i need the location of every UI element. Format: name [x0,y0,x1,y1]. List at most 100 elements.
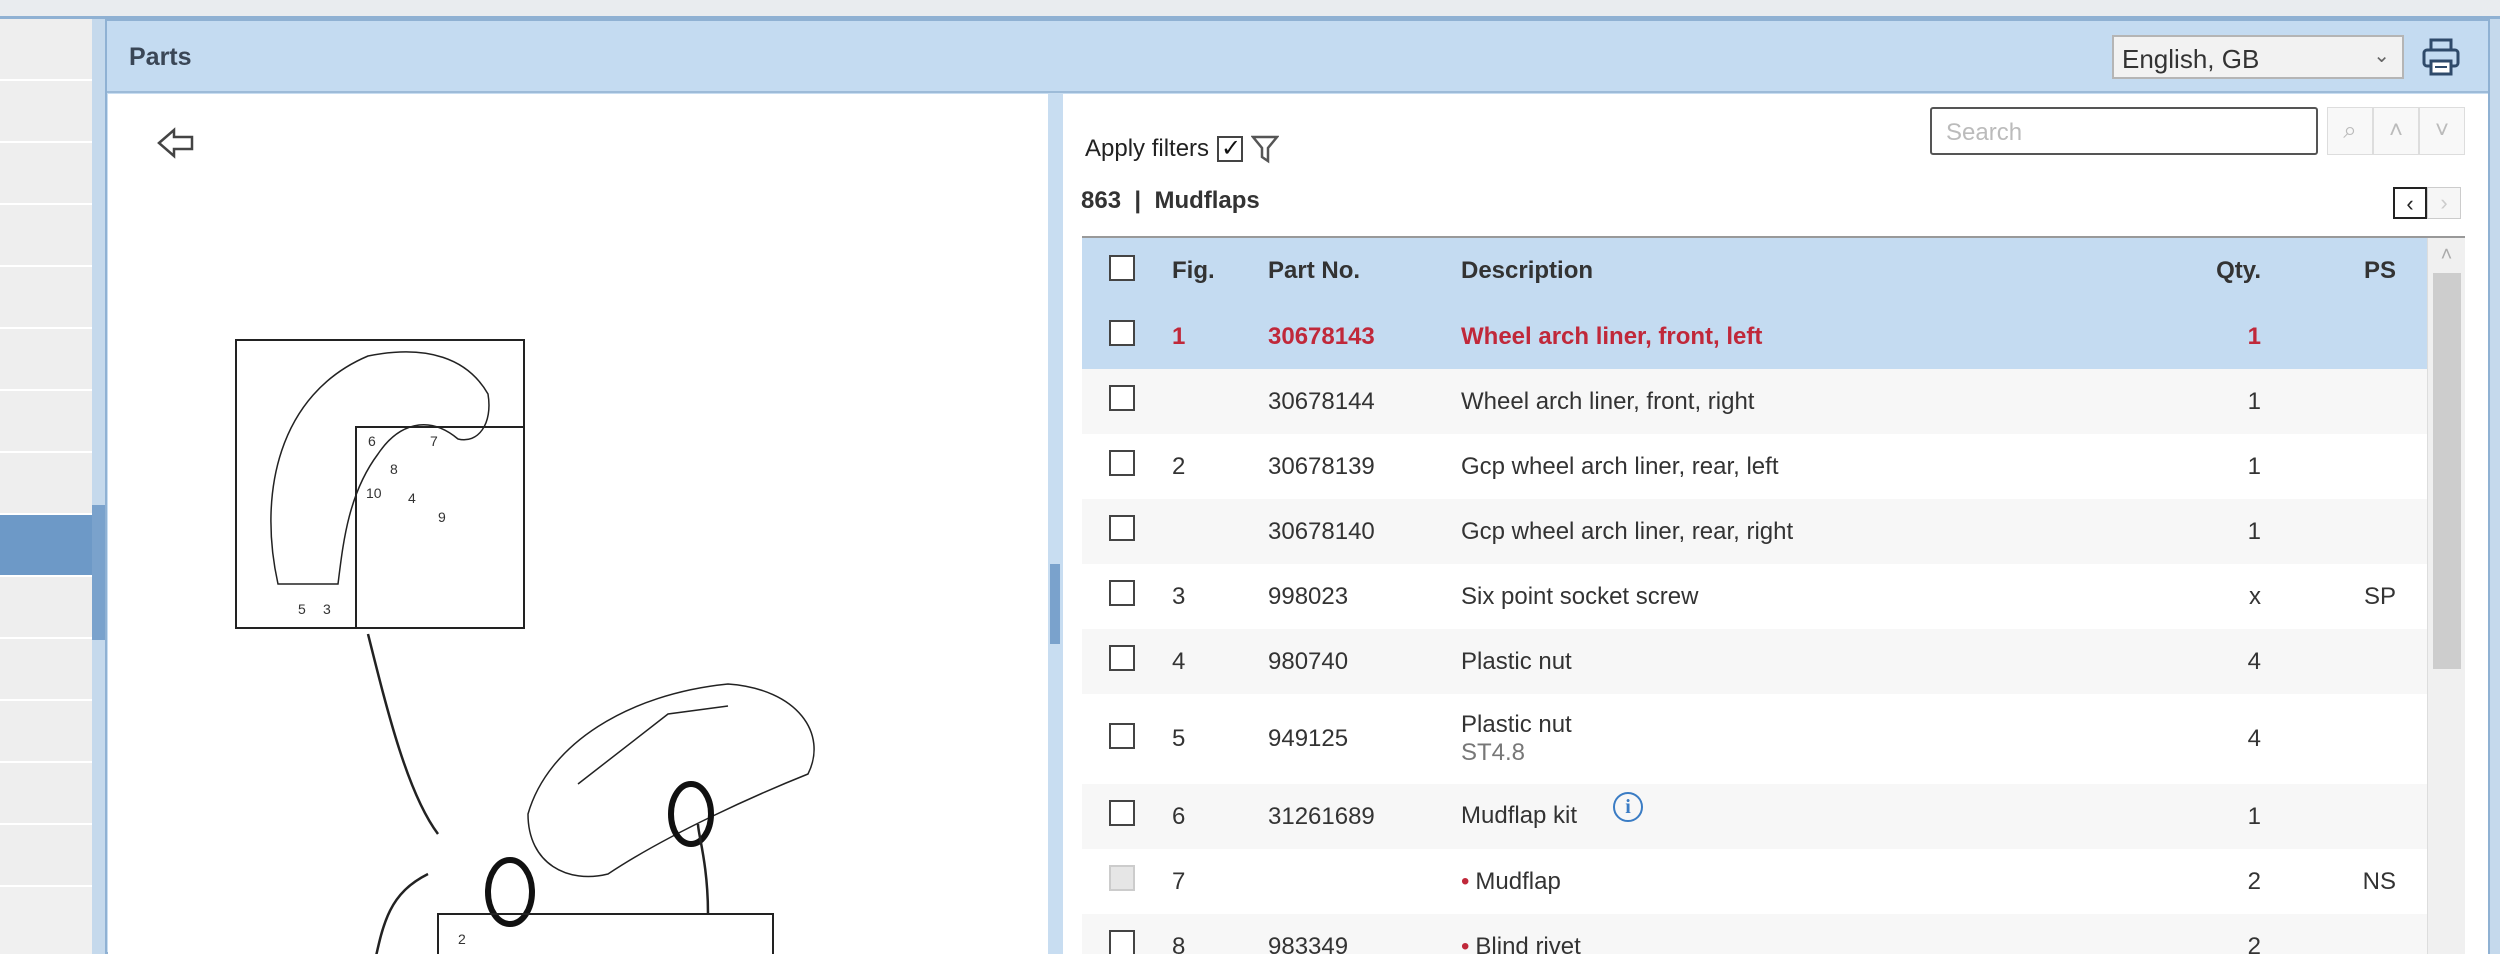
scrollbar-thumb[interactable] [2433,273,2461,669]
row-checkbox[interactable] [1109,800,1135,826]
next-page-button[interactable]: › [2427,187,2461,219]
table-row[interactable]: 7 • Mudflap 2 NS [1082,849,2465,914]
bullet-icon: • [1461,932,1470,954]
scrollbar[interactable]: ˄ [2427,238,2465,954]
table-row[interactable]: 4 980740 Plastic nut 4 [1082,629,2465,694]
sidebar-item[interactable] [0,763,92,825]
search-icon[interactable]: ⌕ [2327,107,2373,155]
part-number-cell[interactable]: 998023 [1268,583,1461,611]
filter-icon[interactable] [1251,134,1280,164]
description-text: Wheel arch liner, front, right [1461,387,1755,415]
splitter-handle[interactable] [1050,564,1060,644]
qty-cell: 4 [2247,725,2261,752]
table-row[interactable]: 30678144 Wheel arch liner, front, right … [1082,369,2465,434]
parts-diagram[interactable]: 4 5 3 6 7 8 10 9 2 [108,94,1048,954]
sidebar-collapse-handle[interactable] [92,505,105,640]
callout-9: 9 [438,509,446,525]
part-number-cell[interactable]: 30678144 [1268,388,1461,416]
fig-cell: 2 [1172,452,1186,480]
sidebar-item[interactable] [0,267,92,329]
row-checkbox[interactable] [1109,450,1135,476]
sidebar-item[interactable] [0,391,92,453]
table-row[interactable]: 5 949125 Plastic nut ST4.8 4 [1082,694,2465,784]
header-qty[interactable]: Qty. [2021,257,2271,285]
info-icon[interactable]: i [1613,791,1644,822]
sidebar-item-selected[interactable] [0,515,92,577]
description-cell: Six point socket screw [1461,583,2021,611]
table-row[interactable]: 30678140 Gcp wheel arch liner, rear, rig… [1082,499,2465,564]
description-cell: Plastic nut [1461,648,2021,676]
callout-3: 3 [323,601,331,617]
language-select[interactable]: English, GB ⌄ [2112,35,2404,79]
fig-cell: 7 [1172,867,1186,895]
description-text: Six point socket screw [1461,582,1699,610]
pane-splitter[interactable] [1048,94,1063,954]
row-checkbox[interactable] [1109,385,1135,411]
sidebar-item[interactable] [0,143,92,205]
qty-cell: 4 [2247,647,2261,675]
table-header: Fig. Part No. Description Qty. PS [1082,238,2465,304]
part-number-cell[interactable]: 31261689 [1268,803,1461,831]
prev-page-button[interactable]: ‹ [2393,187,2427,219]
sidebar-item[interactable] [0,453,92,515]
table-row[interactable]: 1 30678143 Wheel arch liner, front, left… [1082,304,2465,369]
description-sub: ST4.8 [1461,739,1526,766]
row-checkbox[interactable] [1109,645,1135,671]
search-input[interactable]: Search [1930,107,2318,155]
sidebar [0,19,92,954]
part-number-cell[interactable]: 30678139 [1268,453,1461,481]
sidebar-item[interactable] [0,19,92,81]
row-checkbox[interactable] [1109,722,1135,749]
fig-cell: 8 [1172,932,1186,954]
row-checkbox[interactable] [1109,580,1135,606]
ps-cell: SP [2363,582,2396,610]
header-part-no[interactable]: Part No. [1268,257,1461,285]
sidebar-item[interactable] [0,577,92,639]
qty-cell: 1 [2247,802,2261,830]
qty-cell: 1 [2247,387,2261,415]
part-number-cell[interactable]: 949125 [1268,725,1461,753]
sidebar-item[interactable] [0,81,92,143]
select-all-checkbox[interactable] [1109,254,1135,281]
part-number-cell[interactable]: 980740 [1268,648,1461,676]
apply-filters-label: Apply filters [1085,135,1210,162]
qty-cell: 2 [2247,867,2261,895]
diagram-pane: 4 5 3 6 7 8 10 9 2 [108,94,1048,954]
description-cell: Wheel arch liner, front, right [1461,388,2021,416]
table-row[interactable]: 6 31261689 Mudflap kit i 1 [1082,784,2465,849]
callout-10: 10 [366,485,382,501]
sidebar-item[interactable] [0,329,92,391]
search-prev-button[interactable]: ˄ [2373,107,2419,155]
part-number-cell[interactable]: 30678143 [1268,323,1461,351]
header-ps[interactable]: PS [2271,257,2416,285]
header-fig[interactable]: Fig. [1172,257,1268,285]
part-number-cell[interactable]: 983349 [1268,933,1461,954]
scroll-up-icon[interactable]: ˄ [2428,238,2465,273]
sidebar-item[interactable] [0,205,92,267]
header-description[interactable]: Description [1461,257,2021,285]
description-text: Plastic nut [1461,711,1572,738]
row-checkbox[interactable] [1109,515,1135,541]
callout-7: 7 [430,433,438,449]
table-row[interactable]: 8 983349 • Blind rivet 2 [1082,914,2465,954]
row-checkbox[interactable] [1109,930,1135,954]
description-cell: Gcp wheel arch liner, rear, left [1461,453,2021,481]
description-cell: • Blind rivet [1461,933,2021,954]
table-row[interactable]: 3 998023 Six point socket screw x SP [1082,564,2465,629]
section-heading: 863 | Mudflaps [1081,187,1260,215]
sidebar-item[interactable] [0,701,92,763]
qty-cell: 2 [2247,932,2261,954]
part-number-cell[interactable]: 30678140 [1268,518,1461,546]
parts-table: Fig. Part No. Description Qty. PS 1 3067… [1082,236,2465,954]
sidebar-item[interactable] [0,825,92,887]
apply-filters-checkbox[interactable] [1217,134,1244,163]
qty-cell: x [2249,582,2261,610]
panel-header: Parts English, GB ⌄ [107,21,2488,93]
chevron-down-icon: ⌄ [2373,45,2390,67]
search-next-button[interactable]: ˅ [2419,107,2465,155]
printer-icon[interactable] [2421,37,2461,77]
row-checkbox[interactable] [1109,320,1135,346]
sidebar-item[interactable] [0,639,92,701]
separator: | [1134,187,1142,214]
table-row[interactable]: 2 30678139 Gcp wheel arch liner, rear, l… [1082,434,2465,499]
